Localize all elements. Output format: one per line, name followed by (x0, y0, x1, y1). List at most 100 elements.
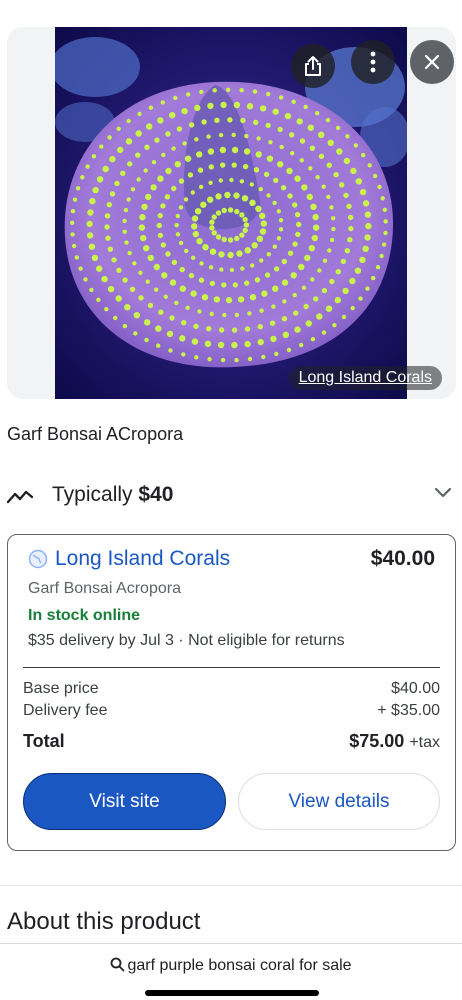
search-bar[interactable]: garf purple bonsai coral for sale (0, 943, 462, 1000)
polyp-dot (296, 221, 302, 228)
visit-site-button[interactable]: Visit site (23, 773, 226, 830)
polyp-dot (198, 277, 205, 283)
polyp-dot (174, 300, 179, 306)
polyp-dot (116, 126, 121, 131)
polyp-dot (157, 117, 164, 124)
polyp-dot (312, 213, 319, 221)
polyp-dot (253, 119, 259, 126)
polyp-dot (294, 326, 301, 333)
polyp-dot (184, 248, 189, 254)
polyp-dot (272, 108, 279, 115)
polyp-dot (147, 254, 154, 262)
polyp-dot (299, 158, 304, 163)
polyp-dot (310, 337, 316, 342)
polyp-dot (310, 203, 317, 210)
polyp-dot (175, 232, 181, 237)
search-query[interactable]: garf purple bonsai coral for sale (0, 957, 462, 975)
more-options-button[interactable] (351, 40, 395, 84)
polyp-dot (166, 330, 174, 338)
polyp-dot (231, 146, 239, 154)
polyp-dot (339, 182, 345, 188)
view-details-button[interactable]: View details (238, 773, 440, 830)
polyp-dot (88, 243, 96, 250)
polyp-dot (122, 323, 128, 329)
polyp-dot (252, 89, 258, 94)
polyp-dot (173, 95, 178, 101)
polyp-dot (284, 112, 292, 120)
total-label: Total (23, 731, 65, 751)
polyp-dot (375, 265, 381, 270)
polyp-dot (86, 232, 94, 239)
polyp-dot (291, 99, 296, 105)
polyp-dot (178, 178, 185, 184)
polyp-dot (259, 105, 267, 112)
polyp-dot (296, 118, 303, 125)
image-source-link[interactable]: Long Island Corals (288, 366, 442, 390)
polyp-dot (347, 237, 353, 243)
polyp-dot (91, 254, 99, 262)
polyp-dot (116, 267, 122, 273)
polyp-dot (332, 323, 337, 328)
polyp-dot (104, 224, 110, 230)
chevron-down-icon[interactable] (434, 487, 452, 499)
polyp-dot (278, 218, 284, 223)
polyp-dot (208, 265, 214, 270)
polyp-dot (206, 134, 211, 139)
share-button[interactable] (291, 44, 335, 88)
polyp-dot (239, 232, 245, 238)
polyp-dot (379, 253, 384, 259)
polyp-dot (154, 287, 159, 292)
polyp-dot (231, 341, 238, 349)
polyp-dot (70, 220, 75, 225)
polyp-dot (87, 209, 94, 216)
delivery-fee-value: + $35.00 (377, 702, 440, 719)
polyp-dot (244, 280, 250, 286)
polyp-dot (124, 240, 129, 245)
polyp-dot (377, 184, 382, 190)
polyp-dot (312, 224, 320, 231)
section-divider (0, 885, 462, 886)
close-button[interactable] (410, 40, 454, 84)
polyp-dot (209, 219, 215, 225)
polyp-dot (107, 285, 115, 293)
product-image-card[interactable]: Long Island Corals (7, 27, 456, 399)
polyp-dot (141, 203, 148, 210)
polyp-dot (150, 184, 157, 191)
polyp-dot (161, 152, 166, 158)
polyp-dot (169, 315, 175, 321)
polyp-dot (239, 179, 245, 184)
polyp-dot (193, 323, 199, 329)
polyp-dot (227, 117, 233, 123)
typical-price-row[interactable]: Typically $40 (7, 481, 452, 511)
polyp-dot (326, 162, 332, 168)
polyp-dot (311, 234, 318, 242)
polyp-dot (192, 230, 199, 238)
polyp-dot (133, 331, 138, 336)
polyp-dot (132, 261, 137, 266)
polyp-dot (307, 124, 314, 131)
polyp-dot (306, 193, 313, 201)
polyp-dot (187, 172, 194, 178)
polyp-dot (120, 170, 126, 176)
share-icon (305, 56, 321, 76)
polyp-dot (155, 325, 162, 332)
product-title: Garf Bonsai ACropora (7, 424, 184, 444)
polyp-dot (250, 263, 255, 268)
polyp-dot (294, 211, 301, 218)
polyp-dot (179, 285, 186, 292)
polyp-dot (138, 295, 144, 301)
polyp-dot (286, 347, 292, 353)
polyp-dot (147, 302, 154, 309)
polyp-dot (227, 237, 234, 243)
polyp-dot (240, 266, 245, 271)
stock-status: In stock online (28, 607, 141, 624)
polyp-dot (259, 212, 266, 220)
search-query-text: garf purple bonsai coral for sale (127, 957, 352, 974)
product-photo[interactable] (55, 27, 407, 399)
polyp-dot (269, 320, 276, 326)
merchant-name-link[interactable]: Long Island Corals (55, 547, 230, 571)
polyp-dot (214, 117, 220, 124)
polyp-dot (171, 146, 176, 151)
polyp-dot (329, 237, 335, 243)
polyp-dot (140, 234, 147, 242)
